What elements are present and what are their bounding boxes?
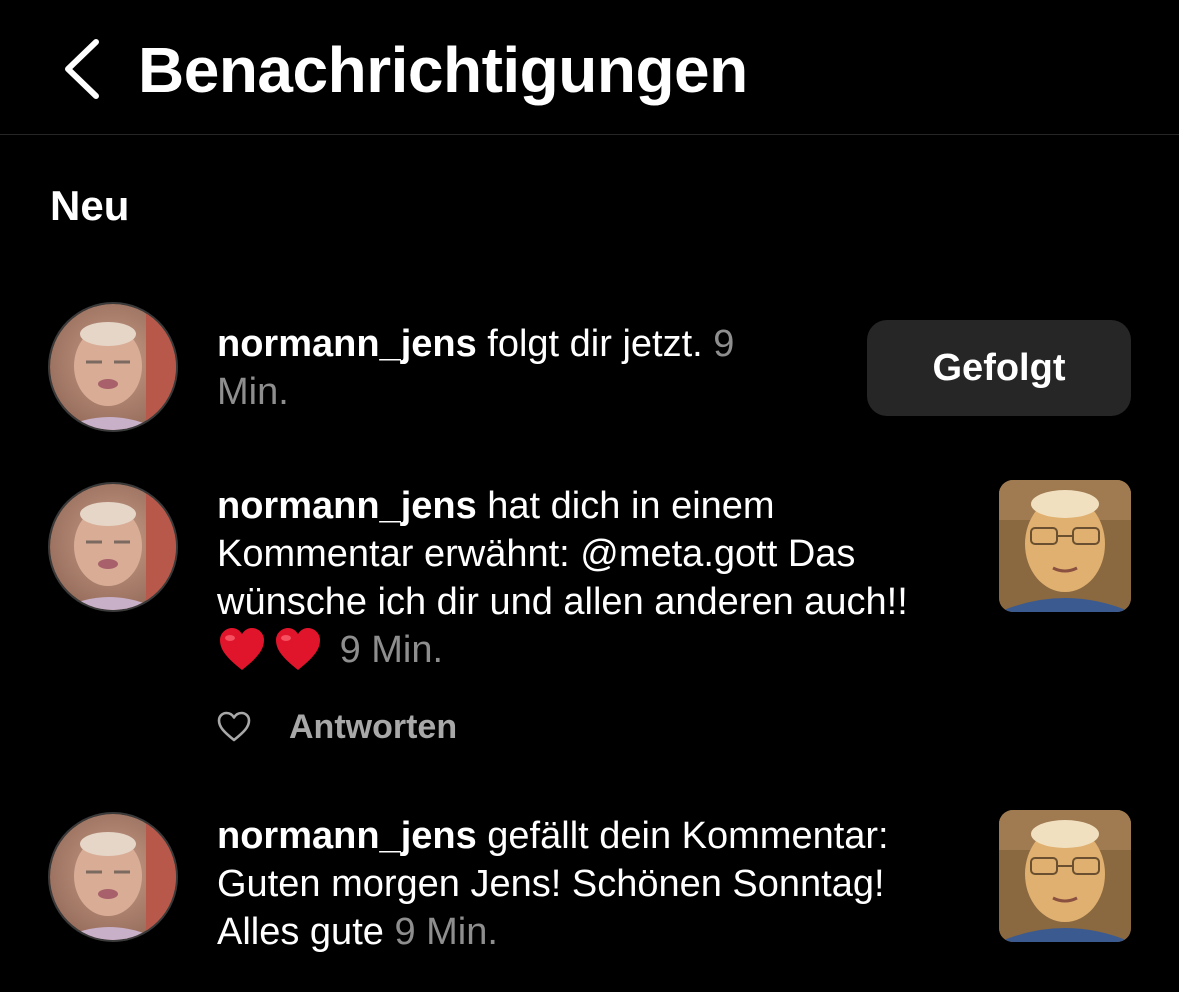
timestamp: 9 Min. xyxy=(394,911,498,953)
avatar[interactable] xyxy=(48,482,178,612)
back-button[interactable] xyxy=(58,34,118,104)
following-button[interactable]: Gefolgt xyxy=(867,320,1131,416)
page-title: Benachrichtigungen xyxy=(138,34,748,106)
post-thumbnail[interactable] xyxy=(999,810,1131,942)
username-link[interactable]: normann_jens xyxy=(217,815,477,857)
chevron-left-icon xyxy=(65,39,99,99)
red-heart-icon xyxy=(220,628,264,670)
header-bar: Benachrichtigungen xyxy=(0,0,1179,135)
reply-button[interactable]: Antworten xyxy=(289,702,457,752)
notification-message: folgt dir jetzt. xyxy=(476,323,703,365)
username-link[interactable]: normann_jens xyxy=(217,323,477,365)
username-link[interactable]: normann_jens xyxy=(217,485,477,527)
notification-text: normann_jens folgt dir jetzt. 9 Min. xyxy=(217,320,777,416)
timestamp: 9 Min. xyxy=(339,629,444,671)
red-heart-icon xyxy=(276,628,320,670)
notification-text: normann_jens hat dich in einem Kommentar… xyxy=(217,482,957,674)
avatar[interactable] xyxy=(48,812,178,942)
post-thumbnail[interactable] xyxy=(999,480,1131,612)
avatar[interactable] xyxy=(48,302,178,432)
notification-text: normann_jens gefällt dein Kommentar: Gut… xyxy=(217,812,957,956)
heart-outline-icon[interactable] xyxy=(217,710,251,744)
section-label-new: Neu xyxy=(50,182,130,229)
